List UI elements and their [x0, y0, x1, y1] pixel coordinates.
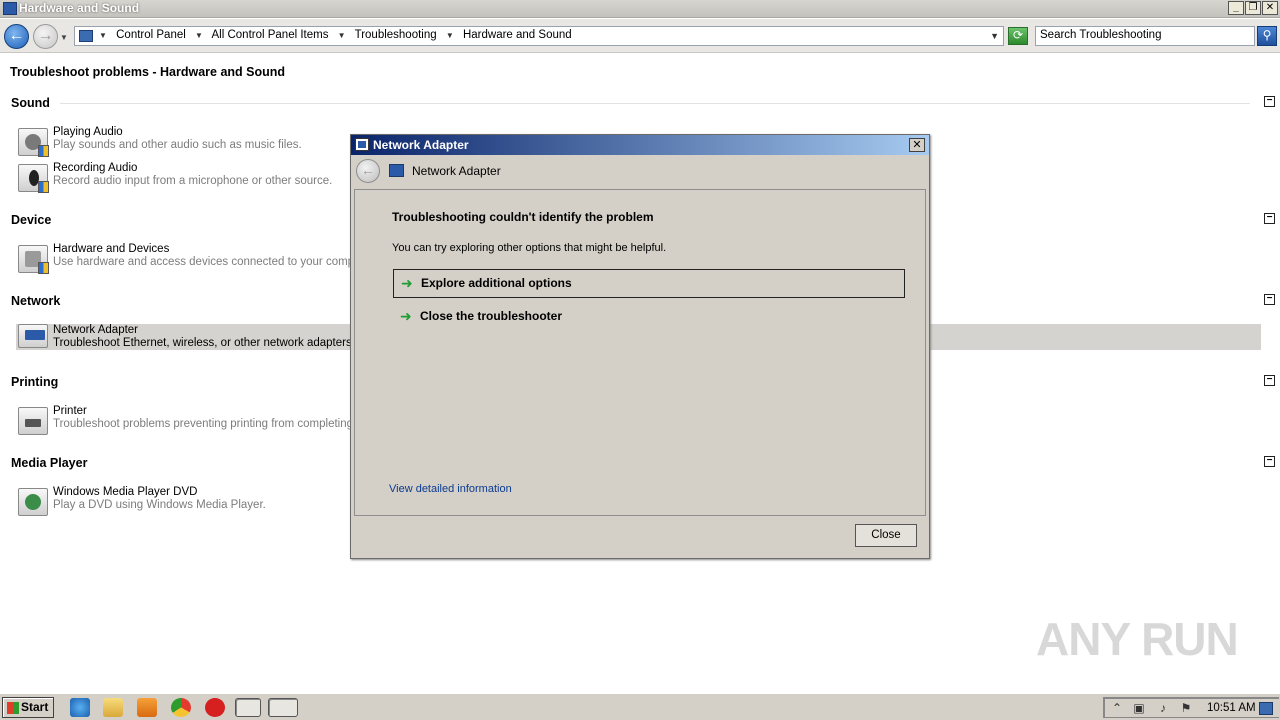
option-label: Explore additional options [421, 276, 572, 290]
chevron-down-icon[interactable]: ▼ [338, 31, 346, 40]
option-label: Close the troubleshooter [420, 309, 563, 323]
dialog-body: Troubleshooting couldn't identify the pr… [354, 189, 926, 516]
item-description: Play a DVD using Windows Media Player. [53, 499, 266, 511]
section-heading-device: Device [11, 213, 52, 227]
item-description: Use hardware and access devices connecte… [53, 256, 377, 268]
section-heading-media-player: Media Player [11, 456, 88, 470]
item-name: Hardware and Devices [53, 243, 170, 255]
close-button[interactable]: Close [855, 524, 917, 547]
hardware-icon [18, 245, 49, 274]
control-panel-taskbar-button[interactable] [235, 698, 261, 717]
chevron-up-icon[interactable]: ⌃ [1110, 702, 1124, 715]
opera-icon[interactable] [205, 698, 225, 717]
breadcrumb: ▼ Control Panel ▼ All Control Panel Item… [99, 29, 578, 41]
flag-icon[interactable]: ⚑ [1179, 702, 1193, 715]
dialog-back-button[interactable]: ← [356, 159, 380, 183]
recent-pages-dropdown[interactable]: ▼ [60, 33, 68, 42]
troubleshooter-icon [355, 138, 369, 151]
folder-icon[interactable] [103, 698, 123, 717]
control-panel-icon [3, 2, 17, 15]
chevron-down-icon[interactable]: ▼ [99, 31, 107, 40]
network-adapter-icon [18, 324, 48, 348]
media-player-icon[interactable] [137, 698, 157, 717]
address-bar: ← → ▼ ▼ Control Panel ▼ All Control Pane… [0, 19, 1280, 53]
taskbar: Start ⌃ ▣ ♪ ⚑ 10:51 AM [0, 693, 1280, 720]
item-name: Printer [53, 405, 87, 417]
item-name: Network Adapter [53, 324, 139, 336]
collapse-printing-button[interactable]: − [1264, 375, 1275, 386]
maximize-button[interactable]: ❐ [1245, 1, 1261, 15]
dialog-titlebar: Network Adapter ✕ [351, 135, 929, 155]
result-heading: Troubleshooting couldn't identify the pr… [392, 210, 654, 224]
network-icon[interactable]: ▣ [1132, 702, 1146, 715]
search-input[interactable]: Search Troubleshooting [1035, 26, 1255, 46]
item-description: Play sounds and other audio such as musi… [53, 139, 302, 151]
troubleshooter-taskbar-button[interactable] [268, 698, 298, 717]
address-dropdown[interactable]: ▼ [990, 31, 999, 41]
collapse-network-button[interactable]: − [1264, 294, 1275, 305]
minimize-button[interactable]: _ [1228, 1, 1244, 15]
collapse-device-button[interactable]: − [1264, 213, 1275, 224]
breadcrumb-troubleshooting[interactable]: Troubleshooting [355, 29, 437, 41]
chrome-icon[interactable] [171, 698, 191, 717]
chevron-down-icon[interactable]: ▼ [195, 31, 203, 40]
breadcrumb-all-items[interactable]: All Control Panel Items [212, 29, 329, 41]
window-titlebar: Hardware and Sound _ ❐ ✕ [0, 0, 1280, 18]
control-panel-icon [79, 30, 93, 42]
printer-icon [18, 407, 48, 435]
page-title: Troubleshoot problems - Hardware and Sou… [10, 65, 286, 79]
item-name: Windows Media Player DVD [53, 486, 198, 498]
dvd-icon [18, 488, 48, 516]
dialog-header-title: Network Adapter [412, 164, 501, 178]
show-desktop-icon[interactable] [1259, 702, 1273, 715]
collapse-sound-button[interactable]: − [1264, 96, 1275, 107]
arrow-right-icon: ➜ [401, 275, 413, 291]
microphone-icon [18, 164, 49, 193]
internet-explorer-icon[interactable] [70, 698, 90, 717]
clock[interactable]: 10:51 AM [1207, 702, 1256, 714]
window-title: Hardware and Sound [19, 1, 140, 15]
dialog-title: Network Adapter [373, 138, 469, 152]
section-heading-network: Network [11, 294, 61, 308]
troubleshooter-dialog: Network Adapter ✕ ← Network Adapter Trou… [350, 134, 930, 559]
item-name: Playing Audio [53, 126, 123, 138]
item-description: Record audio input from a microphone or … [53, 175, 333, 187]
breadcrumb-hardware-and-sound[interactable]: Hardware and Sound [463, 29, 572, 41]
item-name: Recording Audio [53, 162, 138, 174]
item-description: Troubleshoot Ethernet, wireless, or othe… [53, 337, 355, 349]
start-button[interactable]: Start [2, 697, 54, 718]
collapse-media-player-button[interactable]: − [1264, 456, 1275, 467]
result-text: You can try exploring other options that… [392, 242, 667, 254]
forward-button[interactable]: → [33, 24, 58, 49]
breadcrumb-control-panel[interactable]: Control Panel [116, 29, 186, 41]
arrow-right-icon: ➜ [400, 308, 412, 324]
close-troubleshooter-button[interactable]: ➜ Close the troubleshooter [393, 303, 905, 332]
windows-logo-icon [7, 702, 19, 714]
back-button[interactable]: ← [4, 24, 29, 49]
refresh-button[interactable]: ⟳ [1008, 27, 1028, 45]
address-field[interactable]: ▼ Control Panel ▼ All Control Panel Item… [74, 26, 1004, 46]
chevron-down-icon[interactable]: ▼ [446, 31, 454, 40]
close-window-button[interactable]: ✕ [1262, 1, 1278, 15]
dialog-close-icon[interactable]: ✕ [909, 138, 925, 152]
item-description: Troubleshoot problems preventing printin… [53, 418, 357, 430]
volume-icon[interactable]: ♪ [1156, 702, 1170, 715]
view-detailed-information-link[interactable]: View detailed information [389, 483, 512, 495]
start-label: Start [21, 700, 49, 714]
search-icon[interactable]: ⚲ [1257, 26, 1277, 46]
network-adapter-icon [389, 164, 404, 177]
system-tray: ⌃ ▣ ♪ ⚑ 10:51 AM [1103, 697, 1279, 718]
speaker-icon [18, 128, 49, 157]
section-heading-printing: Printing [11, 375, 59, 389]
anyrun-watermark: ANY RUN [1036, 613, 1239, 665]
explore-additional-options-button[interactable]: ➜ Explore additional options [393, 269, 905, 298]
section-divider [60, 103, 1250, 104]
section-heading-sound: Sound [11, 96, 50, 110]
